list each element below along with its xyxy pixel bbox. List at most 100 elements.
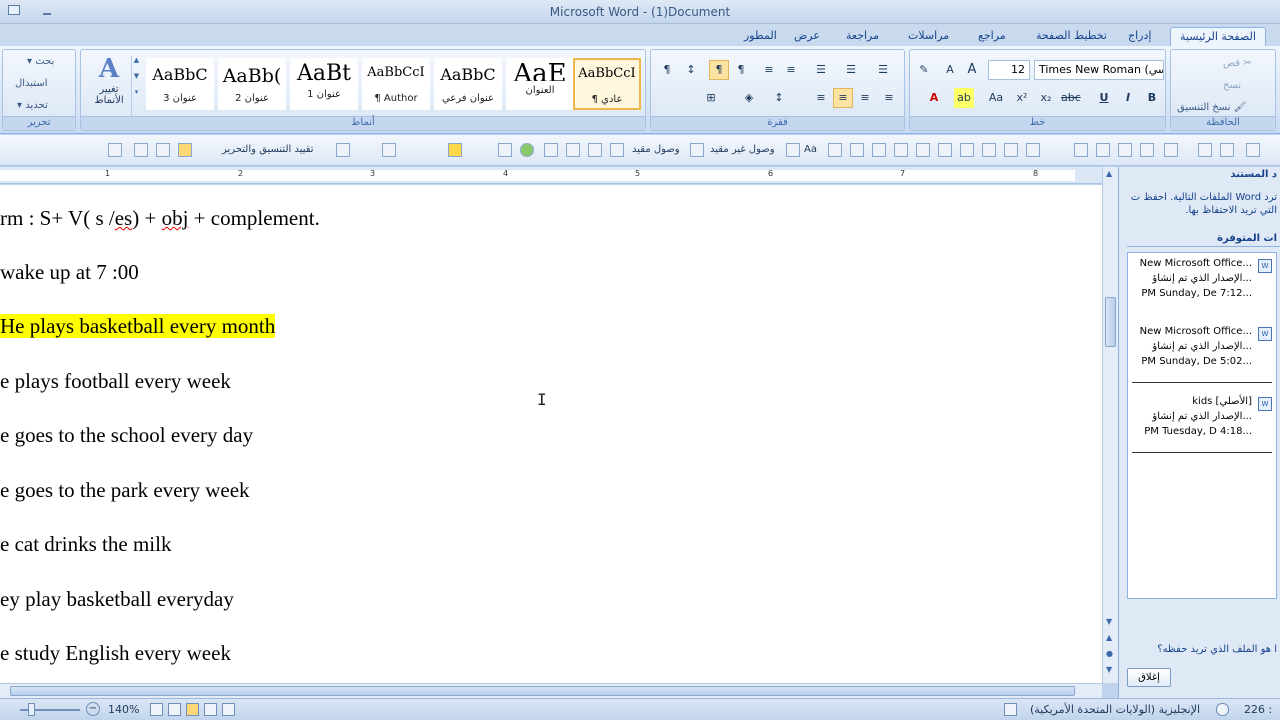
font-name-select[interactable]: Times New Roman (اسي [1034,60,1164,80]
chart-icon[interactable] [566,143,580,157]
zoom-level[interactable]: 140% [108,703,139,716]
recycle-icon[interactable] [1096,143,1110,157]
recovered-file-item[interactable]: W New Microsoft Office... الإصدار الذي ت… [1128,323,1276,383]
show-marks-icon[interactable]: ¶ [657,60,677,80]
protect-icon[interactable] [178,143,192,157]
next-page-icon[interactable]: ▼ [1106,665,1112,674]
change-case-icon[interactable]: Aa [986,88,1006,108]
tab-review[interactable]: مراجعة [838,27,887,46]
style-heading-2[interactable]: AaBb(عنوان 2 [218,58,286,110]
align-center-icon[interactable]: ≡ [833,88,853,108]
align-right-icon[interactable]: ≡ [855,88,875,108]
replace-button[interactable]: استبدال [15,78,48,89]
bold-icon[interactable]: B [1142,88,1162,108]
bullets-icon[interactable]: ☰ [873,60,893,80]
subscript-icon[interactable]: x₂ [1036,88,1056,108]
pen-icon[interactable] [610,143,624,157]
tab-view[interactable]: عرض [786,27,828,46]
document-canvas[interactable]: rm : S+ V( s /es) + obj + complement. wa… [0,185,1102,683]
shrink-font-icon[interactable]: A [940,60,960,80]
horizontal-ruler[interactable]: 1 2 3 4 5 6 7 8 [0,167,1102,184]
language-indicator[interactable]: الإنجليزية (الولايات المتحدة الأمريكية) [1030,703,1200,716]
rtl-direction-icon[interactable]: ¶ [731,60,751,80]
web-layout-view-icon[interactable] [186,703,199,716]
scroll-up-icon[interactable]: ▲ [1106,169,1112,178]
styles-scroll[interactable]: ▲ ▼ ▾ [131,56,141,118]
scroll-down-icon[interactable]: ▼ [1106,617,1112,626]
style-heading-1[interactable]: AaBt عنوان 1 [290,58,358,110]
aa-button[interactable]: Aa [804,144,817,155]
draft-view-icon[interactable] [150,703,163,716]
tab-page-layout[interactable]: تخطيط الصفحة [1028,27,1115,46]
resize-icon[interactable] [1004,143,1018,157]
zoom-slider-knob[interactable] [28,703,35,716]
browse-object-icon[interactable]: ● [1106,649,1113,658]
numbering-icon[interactable]: ☰ [841,60,861,80]
ltr-direction-icon[interactable]: ¶ [709,60,729,80]
copy-button[interactable]: نسخ [1223,80,1241,91]
search-icon[interactable] [498,143,512,157]
doc-line-highlighted[interactable]: He plays basketball every month [0,314,276,339]
zoom-out-icon[interactable]: − [86,702,100,716]
table-icon[interactable] [156,143,170,157]
doc-line[interactable]: ey play basketball everyday [0,587,234,612]
doc-line[interactable]: e goes to the school every day [0,423,253,448]
tab-references[interactable]: مراجع [970,27,1014,46]
tab-insert[interactable]: إدراج [1120,27,1159,46]
spellcheck-icon[interactable] [828,143,842,157]
frame-icon[interactable] [938,143,952,157]
full-screen-view-icon[interactable] [204,703,217,716]
group-icon[interactable] [382,143,396,157]
horizontal-scroll-thumb[interactable] [10,686,1075,696]
properties-icon[interactable] [1026,143,1040,157]
check-icon[interactable] [786,143,800,157]
horizontal-scrollbar[interactable] [0,683,1102,698]
vertical-scroll-thumb[interactable] [1105,297,1116,347]
tab-home[interactable]: الصفحة الرئيسية [1170,27,1266,46]
select-button[interactable]: ▾ تحديد [17,100,48,111]
textbox-icon[interactable] [982,143,996,157]
find-button[interactable]: ▾ بحث [27,56,54,67]
font-style-icon[interactable] [588,143,602,157]
prev-page-icon[interactable]: ▲ [1106,633,1112,642]
doc-line[interactable]: e study English every week [0,641,231,666]
print-layout-view-icon[interactable] [222,703,235,716]
highlight-icon[interactable]: ab [954,88,974,108]
decrease-indent-icon[interactable]: ≡ [759,60,779,80]
justify-icon[interactable]: ≡ [811,88,831,108]
increase-indent-icon[interactable]: ≡ [781,60,801,80]
style-heading-3[interactable]: AaBbC عنوان 3 [146,58,214,110]
list-icon[interactable] [544,143,558,157]
refresh-icon[interactable] [1074,143,1088,157]
grid-icon[interactable] [1140,143,1154,157]
proofing-icon[interactable] [1216,703,1229,716]
multilevel-list-icon[interactable]: ☰ [811,60,831,80]
picture-icon[interactable] [916,143,930,157]
style-author[interactable]: AaBbCcI ¶ Author [362,58,430,110]
borders-icon[interactable]: ⊞ [701,88,721,108]
document-icon[interactable] [872,143,886,157]
undo-icon[interactable] [1246,143,1260,157]
misspelled-word[interactable]: es [115,206,133,230]
outline-view-icon[interactable] [168,703,181,716]
toolbar-overflow-icon[interactable] [108,143,122,157]
align-left-icon[interactable]: ≡ [879,88,899,108]
cut-button[interactable]: قص ✂ [1223,58,1252,69]
pages-icon[interactable] [894,143,908,157]
strikethrough-icon[interactable]: abc [1060,88,1081,108]
table-grid-icon[interactable] [850,143,864,157]
grow-font-icon[interactable]: A [962,60,982,80]
sort-icon[interactable]: ↕ [681,60,701,80]
edit-icon[interactable] [1220,143,1234,157]
misspelled-word[interactable]: obj [162,206,189,230]
close-button[interactable]: إغلاق [1127,668,1171,687]
restricted-access-button[interactable]: وصول مقيد [632,144,680,155]
layout-icon[interactable] [1164,143,1178,157]
style-subtitle[interactable]: AaBbC عنوان فرعي [434,58,502,110]
style-normal[interactable]: AaBbCcI ¶ عادي [573,58,641,110]
italic-icon[interactable]: I [1118,88,1138,108]
underline-icon[interactable]: U [1094,88,1114,108]
restrict-editing-button[interactable]: تقييد التنسيق والتحرير [222,144,314,155]
font-color-icon[interactable]: A [924,88,944,108]
shading-icon[interactable]: ◈ [739,88,759,108]
